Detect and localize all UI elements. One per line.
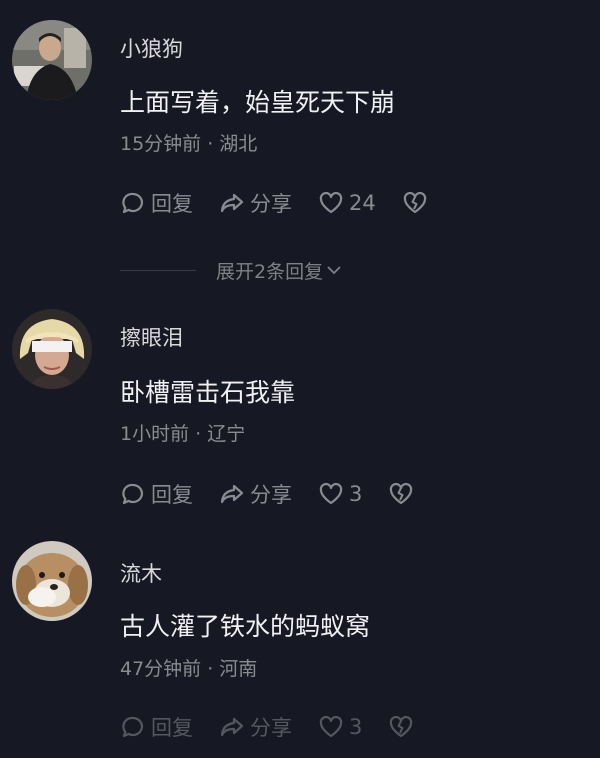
reply-label: 回复 (151, 192, 193, 216)
chevron-down-icon (323, 261, 343, 279)
dislike-button[interactable] (388, 481, 414, 507)
share-label: 分享 (250, 483, 292, 507)
reply-button[interactable]: 回复 (120, 188, 193, 218)
dislike-button[interactable] (402, 190, 428, 216)
share-icon (220, 193, 244, 213)
avatar-man-icon (12, 20, 92, 100)
heart-icon (319, 715, 343, 738)
share-button[interactable]: 分享 (219, 188, 292, 218)
broken-heart-icon (403, 191, 426, 214)
avatar[interactable] (12, 309, 92, 389)
share-button[interactable]: 分享 (219, 712, 292, 742)
share-icon (220, 484, 244, 504)
username[interactable]: 流木 (120, 558, 162, 588)
reply-label: 回复 (151, 483, 193, 507)
reply-button[interactable]: 回复 (120, 712, 193, 742)
comment-actions: 回复 分享 3 (120, 479, 414, 509)
share-icon (220, 717, 244, 737)
avatar-dog-icon (12, 541, 92, 621)
like-count: 3 (349, 715, 363, 739)
share-button[interactable]: 分享 (219, 479, 292, 509)
comment-actions: 回复 分享 24 (120, 188, 428, 218)
dislike-button[interactable] (388, 714, 414, 740)
like-button[interactable]: 3 (318, 714, 362, 740)
share-label: 分享 (250, 192, 292, 216)
expand-label: 展开2条回复 (216, 260, 324, 283)
share-label: 分享 (250, 716, 292, 740)
expand-replies-button[interactable]: 展开2条回复 (120, 255, 400, 285)
username[interactable]: 擦眼泪 (120, 322, 183, 352)
like-button[interactable]: 3 (318, 481, 362, 507)
avatar[interactable] (12, 541, 92, 621)
like-count: 24 (349, 191, 376, 215)
comment-actions: 回复 分享 3 (120, 712, 414, 742)
reply-icon (122, 716, 144, 738)
comment-meta: 15分钟前 · 湖北 (120, 133, 258, 155)
reply-icon (122, 192, 144, 214)
avatar[interactable] (12, 20, 92, 100)
username[interactable]: 小狼狗 (120, 33, 183, 63)
heart-icon (319, 191, 343, 214)
reply-button[interactable]: 回复 (120, 479, 193, 509)
comment-text: 上面写着，始皇死天下崩 (120, 88, 396, 117)
reply-label: 回复 (151, 716, 193, 740)
heart-icon (319, 482, 343, 505)
comment-meta: 47分钟前 · 河南 (120, 658, 258, 680)
comment-meta: 1小时前 · 辽宁 (120, 423, 246, 445)
avatar-blonde-icon (12, 309, 92, 389)
comment-text: 古人灌了铁水的蚂蚁窝 (120, 612, 371, 641)
broken-heart-icon (390, 715, 413, 738)
like-count: 3 (349, 482, 363, 506)
broken-heart-icon (390, 482, 413, 505)
like-button[interactable]: 24 (318, 190, 376, 216)
reply-icon (122, 483, 144, 505)
comment-text: 卧槽雷击石我靠 (120, 378, 296, 407)
divider-line (120, 269, 196, 271)
